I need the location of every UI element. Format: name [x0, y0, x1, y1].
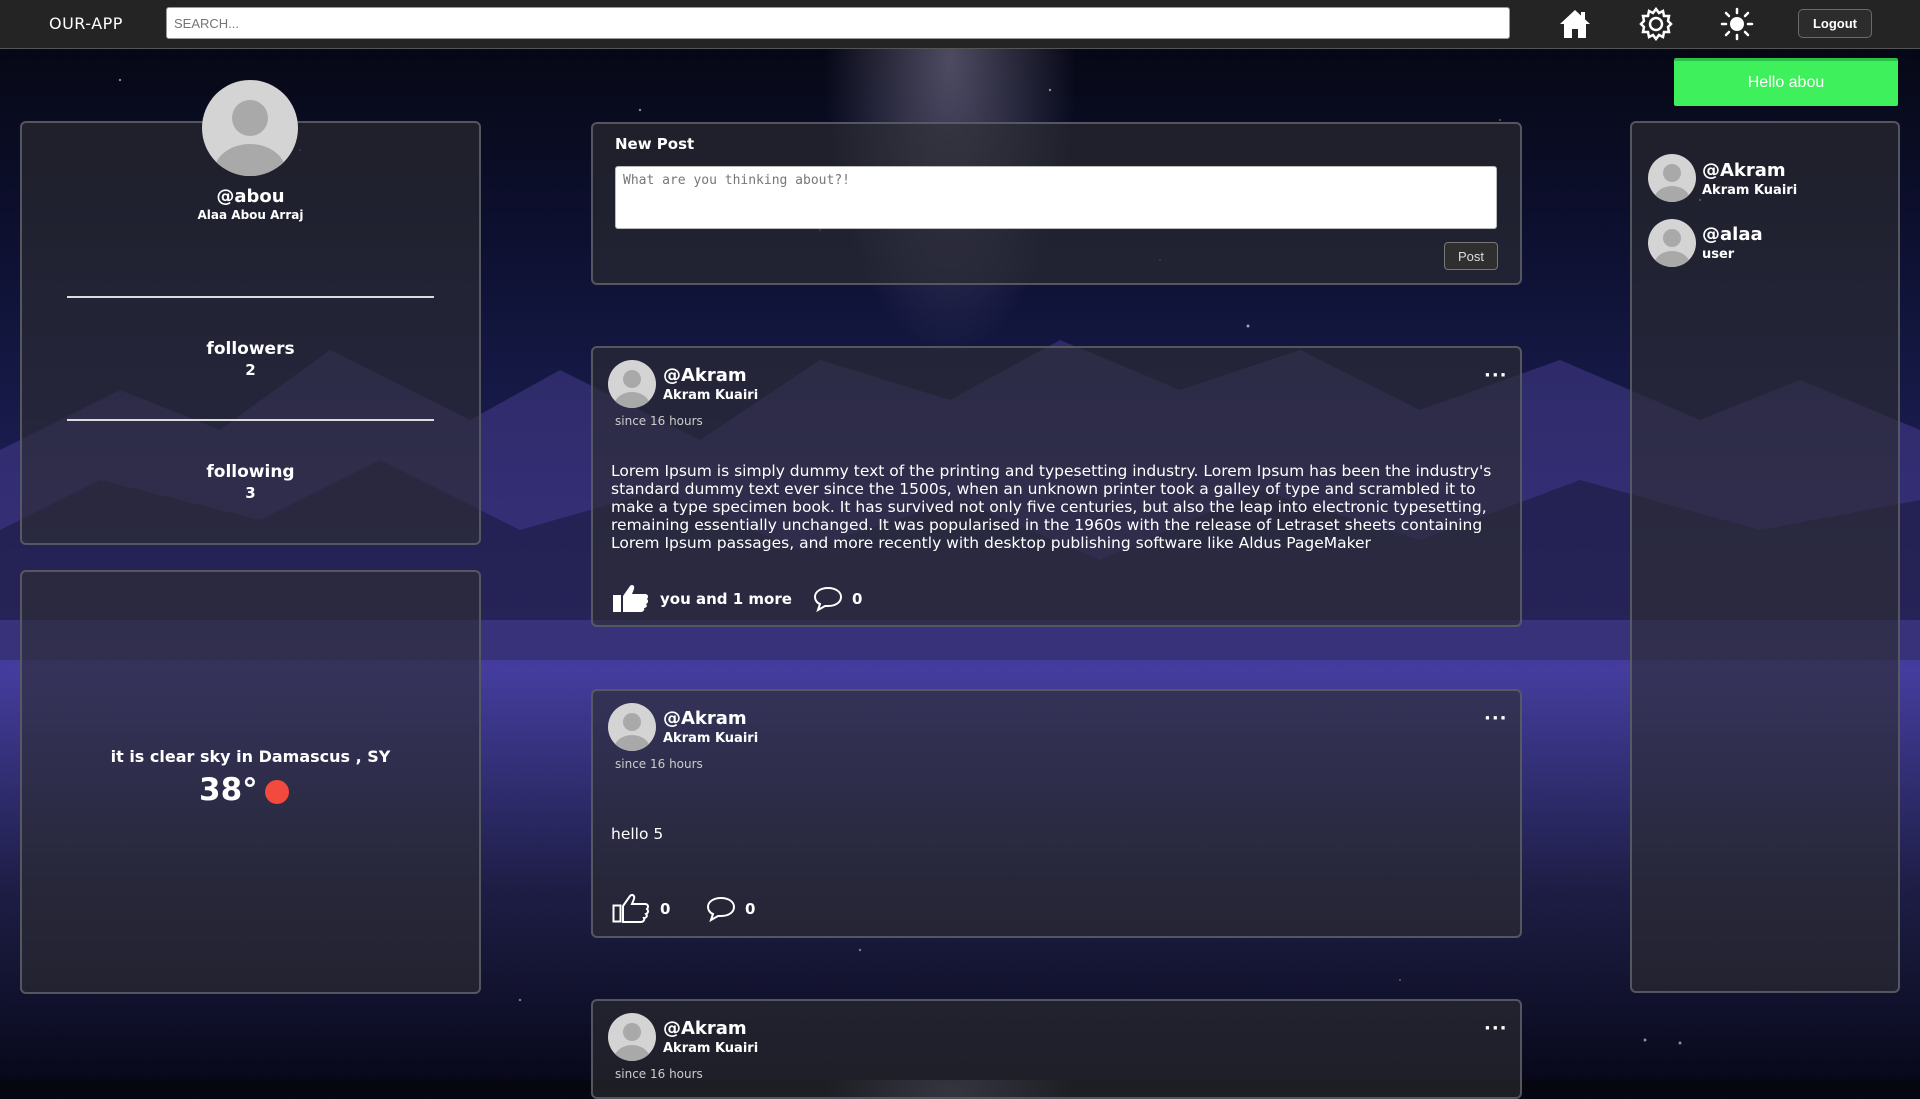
user-silhouette-icon [1654, 164, 1690, 202]
user-silhouette-icon [614, 370, 650, 408]
post-author-username[interactable]: @Akram [663, 708, 747, 729]
user-silhouette-icon [614, 1023, 650, 1061]
home-icon[interactable] [1558, 7, 1592, 41]
divider [67, 419, 434, 421]
post-likes-text[interactable]: 0 [660, 900, 670, 918]
following-label[interactable]: following [20, 462, 481, 482]
following-count: 3 [245, 484, 256, 502]
post-timestamp: since 16 hours [615, 1067, 703, 1081]
post-likes-text[interactable]: you and 1 more [660, 590, 792, 608]
user-list-avatar[interactable] [1648, 154, 1696, 202]
profile-username[interactable]: @abou [20, 186, 481, 207]
post-options-button[interactable]: ··· [1484, 708, 1508, 729]
post-author-name: Akram Kuairi [663, 1041, 759, 1056]
post-options-button[interactable]: ··· [1484, 1018, 1508, 1039]
post-author-username[interactable]: @Akram [663, 365, 747, 386]
greeting-banner: Hello abou [1674, 58, 1898, 106]
user-list-subtitle: Akram Kuairi [1702, 183, 1798, 198]
post-button[interactable]: Post [1444, 242, 1498, 270]
new-post-input[interactable] [615, 166, 1497, 229]
search-input[interactable] [166, 7, 1510, 39]
followers-label[interactable]: followers [20, 339, 481, 359]
comment-icon[interactable] [706, 896, 736, 922]
user-silhouette-icon [614, 713, 650, 751]
post-author-avatar[interactable] [608, 1013, 656, 1061]
sun-icon[interactable] [1720, 7, 1754, 41]
user-list-subtitle: user [1702, 247, 1735, 262]
divider [67, 296, 434, 298]
user-silhouette-icon [214, 100, 286, 176]
user-silhouette-icon [1654, 229, 1690, 267]
followers-count: 2 [245, 361, 256, 379]
post-author-avatar[interactable] [608, 703, 656, 751]
thumbs-up-icon[interactable] [612, 583, 650, 613]
weather-description: it is clear sky in Damascus , SY [110, 747, 391, 766]
new-post-title: New Post [615, 135, 695, 153]
post-body: Lorem Ipsum is simply dummy text of the … [611, 462, 1492, 552]
post-author-avatar[interactable] [608, 360, 656, 408]
user-list-avatar[interactable] [1648, 219, 1696, 267]
thumbs-up-icon[interactable] [612, 893, 650, 923]
weather-temperature: 38° [199, 772, 258, 808]
post-comments-count: 0 [852, 590, 863, 608]
comment-icon[interactable] [813, 586, 843, 612]
user-list-username[interactable]: @alaa [1702, 224, 1763, 245]
post-timestamp: since 16 hours [615, 414, 703, 428]
post-options-button[interactable]: ··· [1484, 365, 1508, 386]
profile-full-name: Alaa Abou Arraj [197, 208, 304, 222]
weather-indicator-icon [265, 780, 289, 804]
post-author-username[interactable]: @Akram [663, 1018, 747, 1039]
profile-avatar[interactable] [202, 80, 298, 176]
post-author-name: Akram Kuairi [663, 388, 759, 403]
post-author-name: Akram Kuairi [663, 731, 759, 746]
app-logo[interactable]: OUR-APP [49, 14, 123, 33]
post-comments-count: 0 [745, 900, 756, 918]
post-body: hello 5 [611, 825, 664, 843]
post-timestamp: since 16 hours [615, 757, 703, 771]
logout-button[interactable]: Logout [1798, 9, 1872, 38]
gear-icon[interactable] [1639, 7, 1673, 41]
user-list-username[interactable]: @Akram [1702, 160, 1786, 181]
